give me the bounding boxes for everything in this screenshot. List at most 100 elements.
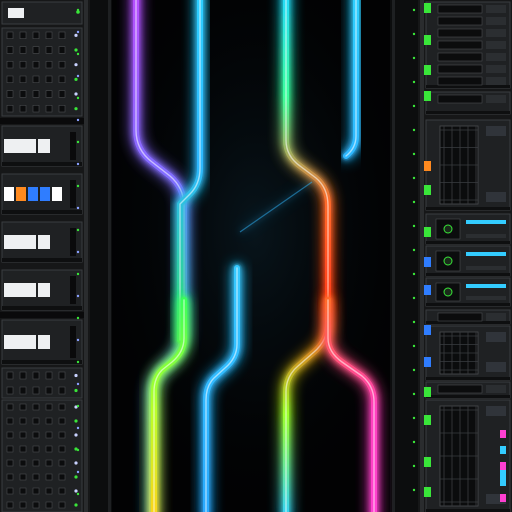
- left-top-label: [8, 8, 24, 18]
- left-drive-label-small: [38, 283, 50, 297]
- left-drive-slot: [45, 445, 53, 453]
- left-drive-slot: [6, 403, 14, 411]
- right-status-led: [424, 487, 431, 497]
- right-activity-led: [500, 446, 506, 454]
- left-drive-slot: [6, 75, 14, 83]
- right-drive-slot: [437, 64, 483, 74]
- left-status-led: [74, 77, 78, 81]
- left-drive-slot: [6, 90, 14, 98]
- right-rail-led: [412, 56, 416, 60]
- left-handle: [70, 180, 76, 208]
- left-drive-slot: [45, 90, 53, 98]
- right-status-led: [424, 357, 431, 367]
- left-drive-label: [4, 139, 36, 153]
- left-grill-unit: [1, 399, 83, 512]
- right-server-unit: [425, 325, 511, 381]
- right-activity-led: [500, 430, 506, 438]
- left-drive-slot: [45, 487, 53, 495]
- left-drive-label-small: [38, 335, 50, 349]
- left-bay-unit: [1, 173, 83, 215]
- right-port-block: [486, 406, 506, 416]
- left-drive-slot: [58, 61, 66, 69]
- left-rail-gap: [0, 118, 84, 124]
- right-status-led: [424, 457, 431, 467]
- left-bay-unit: [1, 221, 83, 263]
- right-server-unit: [425, 245, 511, 277]
- left-drive-label: [4, 283, 36, 297]
- left-drive-slot: [19, 431, 27, 439]
- right-server-rack: [390, 0, 512, 512]
- left-rail-led: [76, 492, 80, 496]
- right-drive-slot: [437, 40, 483, 50]
- left-status-led: [74, 373, 78, 378]
- right-cyan-strip: [466, 220, 506, 224]
- left-bay-unit: [1, 269, 83, 311]
- left-drive-slot: [6, 386, 14, 395]
- left-drive-slot: [58, 105, 66, 113]
- left-unit-lip: [2, 210, 82, 214]
- left-drive-slot: [6, 61, 14, 69]
- left-drive-slot: [32, 431, 40, 439]
- left-drive-label: [4, 235, 36, 249]
- left-status-led: [74, 48, 78, 52]
- right-drive-tray: [486, 5, 506, 13]
- right-drive-tray: [486, 53, 506, 61]
- left-drive-slot: [45, 61, 53, 69]
- left-rail-led: [76, 74, 80, 78]
- left-drive-slot: [6, 445, 14, 453]
- left-status-led: [74, 107, 78, 111]
- left-drive-slot: [6, 31, 14, 39]
- left-rack-edge: [108, 0, 111, 512]
- right-rail-led: [412, 128, 416, 132]
- right-rail-led: [412, 320, 416, 324]
- right-rail-led: [412, 368, 416, 372]
- left-drive-slot: [19, 75, 27, 83]
- left-drive-slot: [19, 105, 27, 113]
- right-drive-slot: [437, 28, 483, 38]
- right-drive-tray: [486, 29, 506, 37]
- right-rail-led: [412, 464, 416, 468]
- right-port-block: [486, 126, 506, 136]
- left-status-led: [74, 92, 78, 96]
- right-server-unit: [425, 91, 511, 115]
- left-drive-slot: [45, 46, 53, 54]
- left-drive-slot: [6, 417, 14, 425]
- left-drive-slot: [58, 459, 66, 467]
- right-power-button: [443, 224, 453, 234]
- left-rail-led: [76, 118, 80, 122]
- right-server-unit: [425, 277, 511, 307]
- right-port-block: [486, 332, 506, 342]
- right-server-unit: [425, 399, 511, 512]
- left-drive-slot: [32, 501, 40, 509]
- right-rail-led: [412, 416, 416, 420]
- left-drive-slot: [19, 386, 27, 395]
- right-port-block: [486, 362, 506, 372]
- right-drive-tray: [486, 41, 506, 49]
- left-drive-slot: [32, 61, 40, 69]
- left-rail-led: [76, 30, 80, 34]
- left-status-led: [74, 63, 78, 67]
- left-drive-slot: [45, 459, 53, 467]
- left-status-led: [74, 419, 78, 423]
- right-unit-lip: [426, 273, 510, 276]
- right-unit-lip: [426, 321, 510, 324]
- left-drive-slot: [45, 417, 53, 425]
- left-handle: [70, 228, 76, 256]
- right-status-led: [424, 35, 431, 45]
- left-rail-led: [76, 404, 80, 408]
- right-server-unit: [425, 381, 511, 399]
- left-drive-slot: [6, 431, 14, 439]
- right-server-unit: [425, 309, 511, 325]
- right-status-led: [424, 415, 431, 425]
- left-drive-slot: [32, 90, 40, 98]
- right-vent: [466, 296, 506, 300]
- left-unit-lip: [2, 306, 82, 310]
- right-rail-led: [412, 8, 416, 12]
- left-drive-slot: [45, 31, 53, 39]
- right-rail-led: [412, 32, 416, 36]
- left-drive-slot: [58, 487, 66, 495]
- right-rail-led: [412, 80, 416, 84]
- left-drive-slot: [19, 90, 27, 98]
- left-drive-slot: [58, 473, 66, 481]
- left-drive-slot: [6, 487, 14, 495]
